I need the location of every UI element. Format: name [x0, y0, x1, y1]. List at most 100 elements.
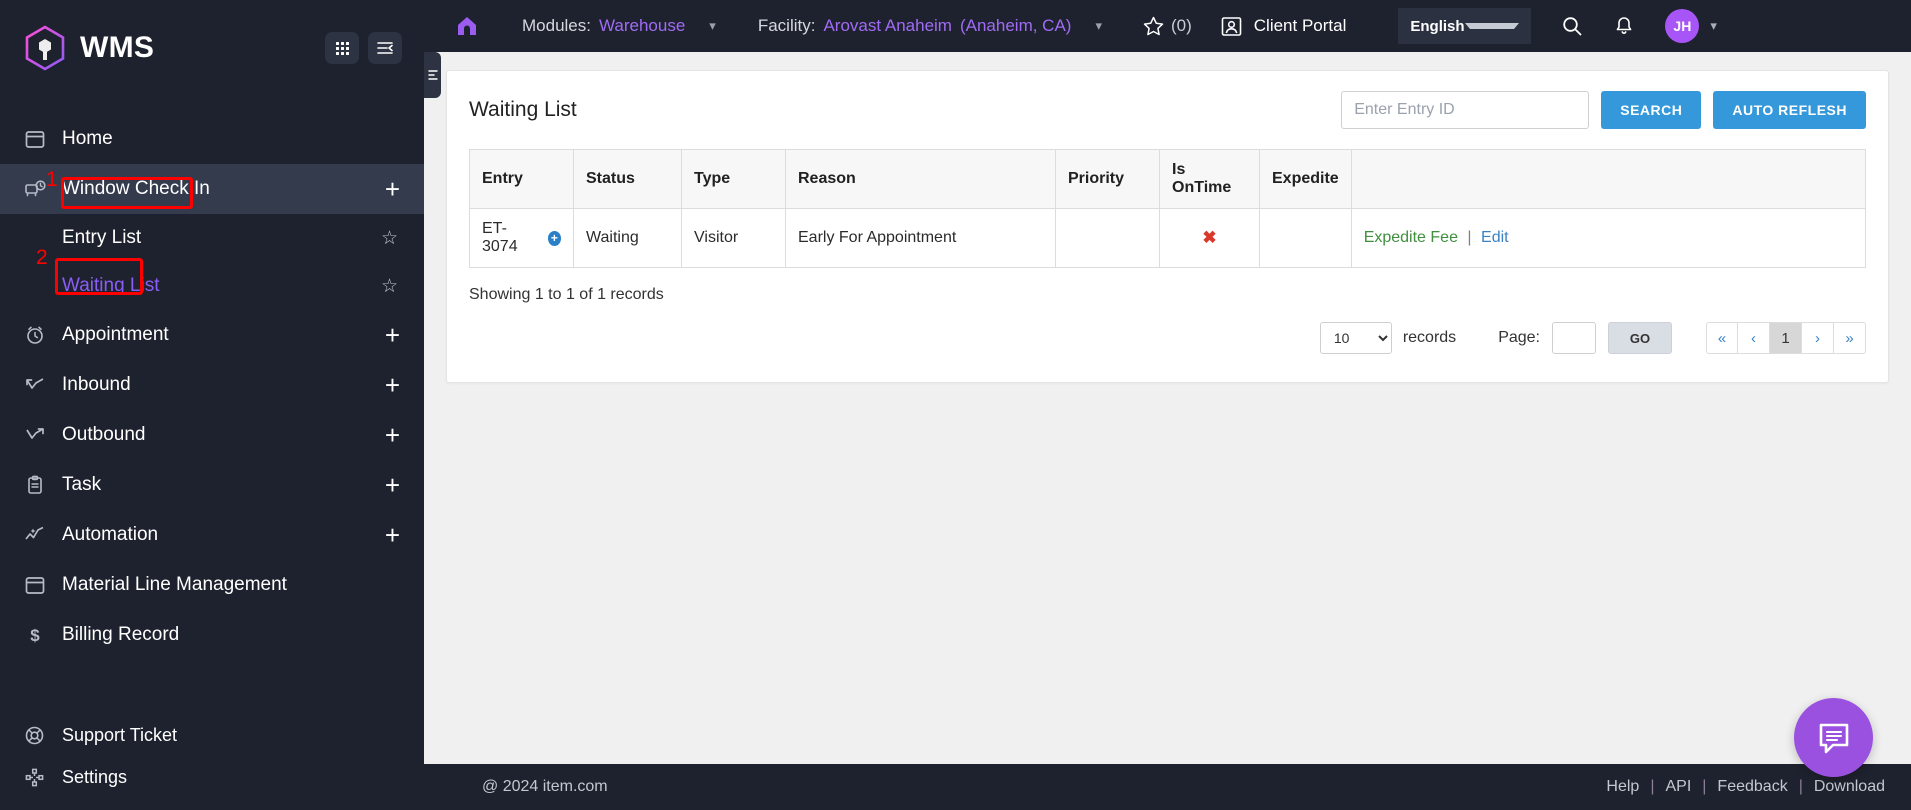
expedite-fee-link[interactable]: Expedite Fee	[1364, 229, 1458, 246]
svg-text:$: $	[30, 626, 40, 645]
sidebar-subitem-label: Entry List	[62, 227, 142, 248]
page-buttons: « ‹ 1 › »	[1706, 322, 1866, 354]
cell-entry: ET-3074 +	[469, 208, 574, 268]
sidebar-item-label: Home	[62, 128, 113, 149]
chevron-down-icon[interactable]: ▾	[1710, 18, 1717, 34]
go-button[interactable]: GO	[1608, 322, 1672, 354]
sidebar-subitem-entry-list[interactable]: Entry List ☆	[0, 214, 424, 262]
page-title: Waiting List	[469, 98, 577, 121]
top-bar: Modules: Warehouse ▾ Facility: Arovast A…	[424, 0, 1911, 52]
sidebar-item-label: Inbound	[62, 374, 131, 395]
facility-location: (Anaheim, CA)	[959, 16, 1072, 35]
sidebar-item-label: Task	[62, 474, 102, 495]
entry-id: ET-3074	[482, 220, 518, 255]
column-header-is-ontime: Is OnTime	[1159, 149, 1260, 209]
sidebar-item-task[interactable]: Task +	[0, 460, 424, 510]
search-icon[interactable]	[1561, 15, 1583, 37]
chevron-down-icon[interactable]: ▾	[1095, 18, 1102, 34]
facility-selector[interactable]: Facility: Arovast Anaheim (Anaheim, CA) …	[758, 16, 1102, 36]
next-page-button[interactable]: ›	[1802, 322, 1834, 354]
add-window-check-in-icon[interactable]: +	[385, 176, 400, 202]
language-value: English	[1410, 17, 1465, 35]
grid-apps-icon[interactable]	[325, 32, 359, 64]
footer-link-download[interactable]: Download	[1814, 778, 1885, 796]
collapse-sidebar-icon[interactable]	[368, 32, 402, 64]
sidebar-item-window-check-in[interactable]: Window Check In +	[0, 164, 424, 214]
sidebar-item-automation[interactable]: Automation +	[0, 510, 424, 560]
favorite-star-icon[interactable]: ☆	[381, 275, 398, 298]
add-inbound-icon[interactable]: +	[385, 372, 400, 398]
expand-entry-icon[interactable]: +	[547, 230, 561, 246]
sidebar-subitem-label: Waiting List	[62, 275, 160, 296]
waiting-list-table: Entry Status Type Reason Priority Is OnT…	[469, 149, 1867, 268]
column-header-reason: Reason	[785, 149, 1056, 209]
sidebar-item-material-line-management[interactable]: Material Line Management	[0, 560, 424, 610]
chat-bubble-icon[interactable]	[1794, 698, 1873, 777]
star-icon	[1143, 16, 1164, 35]
first-page-button[interactable]: «	[1706, 322, 1738, 354]
annotation-number-1: 1	[46, 168, 58, 191]
footer-link-feedback[interactable]: Feedback	[1717, 778, 1787, 796]
home-icon[interactable]	[454, 13, 480, 39]
search-button[interactable]: SEARCH	[1601, 91, 1702, 129]
client-portal-icon	[1221, 16, 1242, 36]
main-area: Modules: Warehouse ▾ Facility: Arovast A…	[424, 0, 1911, 810]
sidebar-item-appointment[interactable]: Appointment +	[0, 310, 424, 360]
page-label: Page:	[1498, 329, 1540, 346]
lifebuoy-icon	[24, 725, 50, 746]
column-header-status: Status	[573, 149, 682, 209]
column-header-type: Type	[681, 149, 786, 209]
favorite-star-icon[interactable]: ☆	[381, 227, 398, 250]
cell-reason: Early For Appointment	[785, 208, 1056, 268]
avatar[interactable]: JH	[1665, 9, 1700, 43]
chevron-down-icon	[1464, 23, 1520, 29]
chevron-down-icon[interactable]: ▾	[709, 18, 716, 34]
sidebar-subitem-waiting-list[interactable]: Waiting List ☆	[0, 262, 424, 310]
card-header: Waiting List SEARCH AUTO REFLESH	[469, 71, 1866, 149]
footer: @ 2024 item.com Help | API | Feedback | …	[424, 764, 1911, 810]
edit-link[interactable]: Edit	[1481, 229, 1509, 246]
favorites-count: (0)	[1170, 16, 1192, 35]
footer-link-help[interactable]: Help	[1606, 778, 1639, 796]
modules-value: Warehouse	[598, 16, 686, 35]
search-input[interactable]	[1341, 91, 1590, 129]
add-task-icon[interactable]: +	[385, 472, 400, 498]
brand-name: WMS	[80, 31, 155, 64]
auto-refresh-button[interactable]: AUTO REFLESH	[1713, 91, 1866, 129]
footer-link-api[interactable]: API	[1665, 778, 1691, 796]
sidebar-item-label: Window Check In	[62, 178, 210, 199]
facility-label: Facility:	[757, 16, 816, 35]
table-header-row: Entry Status Type Reason Priority Is OnT…	[469, 149, 1867, 209]
sidebar-item-inbound[interactable]: Inbound +	[0, 360, 424, 410]
column-header-expedite: Expedite	[1259, 149, 1352, 209]
add-outbound-icon[interactable]: +	[385, 422, 400, 448]
language-selector[interactable]: English	[1398, 8, 1532, 44]
panel-toggle-handle[interactable]	[424, 52, 441, 98]
footer-links: Help | API | Feedback | Download	[1606, 778, 1885, 796]
column-header-priority: Priority	[1055, 149, 1160, 209]
favorites-button[interactable]: (0)	[1142, 15, 1192, 38]
add-appointment-icon[interactable]: +	[385, 322, 400, 348]
modules-selector[interactable]: Modules: Warehouse ▾	[522, 16, 716, 36]
notification-bell-icon[interactable]	[1613, 15, 1635, 37]
records-per-page-select[interactable]: 10 25 50 100	[1319, 322, 1392, 354]
page-button-1[interactable]: 1	[1770, 322, 1802, 354]
client-portal-label: Client Portal	[1253, 16, 1347, 35]
sidebar: WMS Home Window Check In + Entry List ☆ …	[0, 0, 424, 810]
sidebar-item-outbound[interactable]: Outbound +	[0, 410, 424, 460]
page-number-input[interactable]	[1552, 322, 1596, 354]
table-row[interactable]: ET-3074 + Waiting Visitor Early For Appo…	[469, 208, 1867, 268]
sidebar-item-support-ticket[interactable]: Support Ticket	[0, 714, 424, 756]
last-page-button[interactable]: »	[1834, 322, 1866, 354]
clipboard-icon	[24, 474, 50, 496]
facility-value: Arovast Anaheim	[823, 16, 952, 35]
prev-page-button[interactable]: ‹	[1738, 322, 1770, 354]
client-portal-button[interactable]: Client Portal	[1220, 15, 1347, 38]
sidebar-item-settings[interactable]: Settings	[0, 756, 424, 798]
sidebar-item-billing-record[interactable]: $ Billing Record	[0, 610, 424, 660]
add-automation-icon[interactable]: +	[385, 522, 400, 548]
content-area: Waiting List SEARCH AUTO REFLESH Entry S…	[424, 52, 1911, 764]
cell-type: Visitor	[681, 208, 786, 268]
arrow-inbound-icon	[24, 374, 50, 396]
sidebar-item-home[interactable]: Home	[0, 114, 424, 164]
